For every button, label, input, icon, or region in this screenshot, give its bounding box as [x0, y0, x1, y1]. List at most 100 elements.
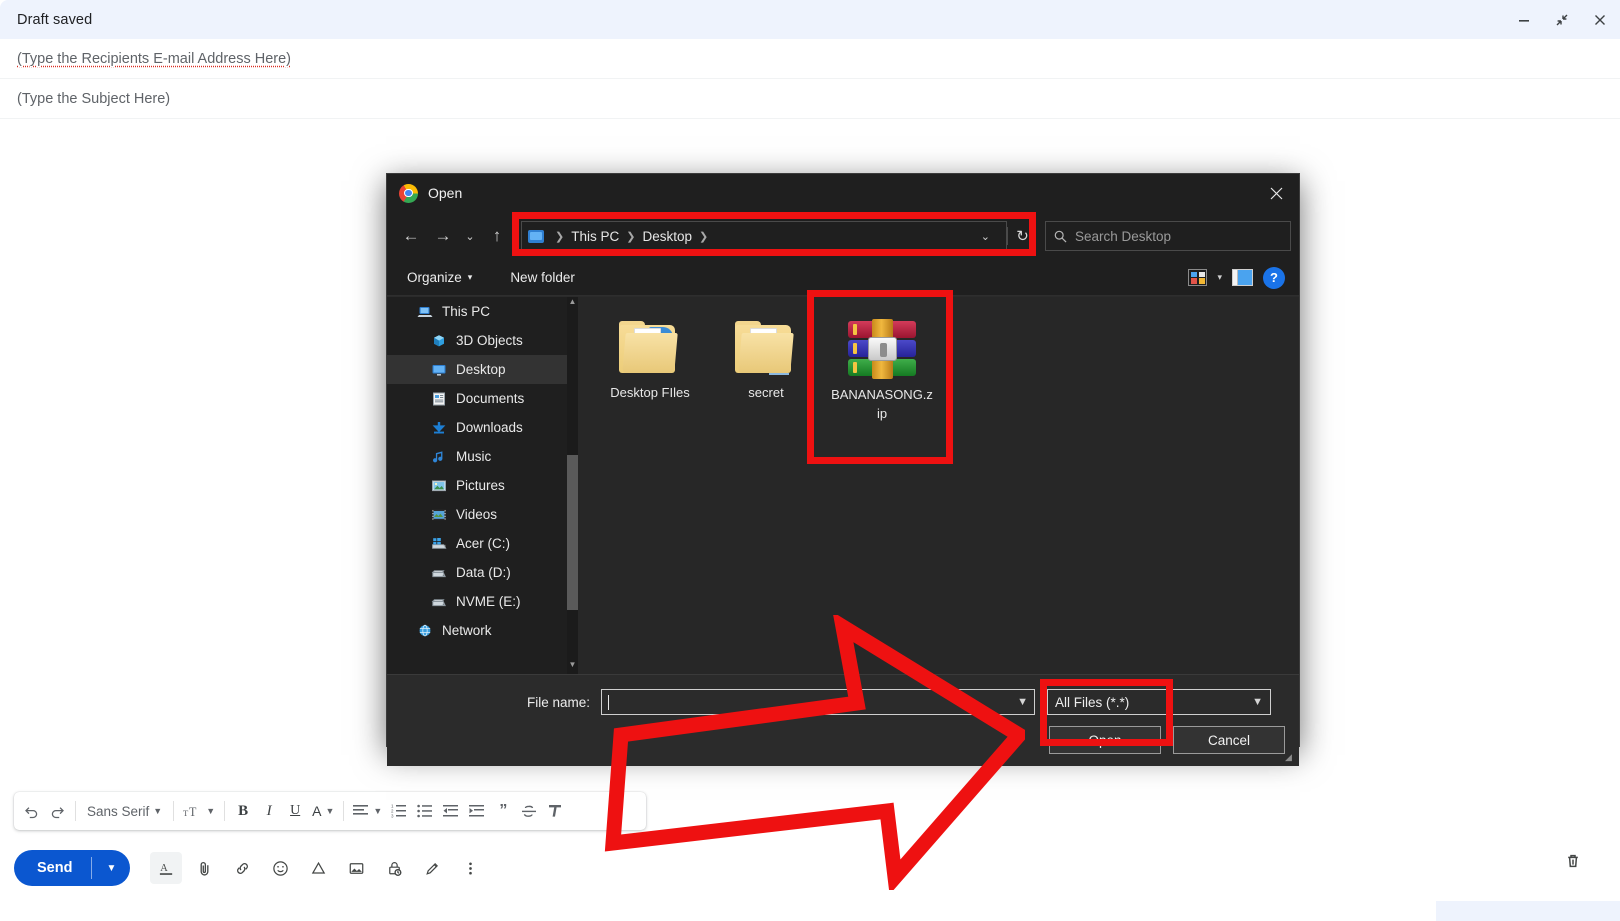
breadcrumb-desktop[interactable]: Desktop: [642, 229, 692, 244]
help-button[interactable]: ?: [1263, 267, 1285, 289]
exit-full-screen-button[interactable]: [1552, 10, 1572, 30]
formatting-options-button[interactable]: A: [150, 852, 182, 884]
forward-button[interactable]: →: [427, 220, 459, 252]
sidebar-item-downloads[interactable]: Downloads: [387, 413, 578, 442]
network-icon: [417, 624, 433, 638]
toolbar-divider: [343, 801, 344, 821]
svg-text:T: T: [183, 807, 189, 817]
sidebar-item-label: Data (D:): [456, 565, 511, 580]
view-caret-icon[interactable]: ▾: [1217, 272, 1222, 283]
sidebar-item-music[interactable]: Music: [387, 442, 578, 471]
dialog-title-bar: Open: [387, 174, 1299, 212]
new-folder-button[interactable]: New folder: [504, 270, 581, 285]
open-button[interactable]: Open: [1049, 726, 1161, 754]
sidebar-item-this-pc[interactable]: This PC: [387, 297, 578, 326]
sidebar-item-pictures[interactable]: Pictures: [387, 471, 578, 500]
quote-button[interactable]: ”: [490, 796, 516, 826]
computer-icon: [417, 305, 433, 319]
file-item[interactable]: BANANASONG.zip: [824, 311, 940, 463]
file-type-dropdown-icon[interactable]: ▼: [1252, 696, 1263, 708]
file-name-dropdown-icon[interactable]: ▼: [1017, 696, 1028, 708]
insert-photo-button[interactable]: [340, 852, 372, 884]
send-button[interactable]: Send ▼: [14, 850, 130, 886]
sidebar-list: This PC 3D Objects Desktop DocumentsDownloa…: [387, 297, 578, 645]
strikethrough-button[interactable]: [516, 796, 542, 826]
bulleted-list-button[interactable]: [412, 796, 438, 826]
attach-file-button[interactable]: [188, 852, 220, 884]
search-placeholder: Search Desktop: [1075, 229, 1171, 244]
resize-grip[interactable]: ◢: [1285, 753, 1296, 764]
folder-icon: [735, 321, 797, 375]
subject-field-row[interactable]: (Type the Subject Here): [0, 79, 1620, 119]
scroll-down-arrow[interactable]: ▼: [567, 660, 578, 674]
svg-text:A: A: [160, 863, 168, 874]
remove-formatting-button[interactable]: [542, 796, 568, 826]
file-item[interactable]: Desktop FIles: [592, 311, 708, 463]
more-options-button[interactable]: [454, 852, 486, 884]
subject-placeholder: (Type the Subject Here): [17, 91, 170, 107]
bold-button[interactable]: B: [230, 796, 256, 826]
file-type-select[interactable]: All Files (*.*) ▼: [1047, 689, 1271, 715]
close-button[interactable]: [1590, 10, 1610, 30]
organize-menu[interactable]: Organize ▾: [401, 270, 478, 285]
discard-draft-button[interactable]: [1557, 845, 1589, 877]
compose-action-bar: Send ▼ A: [14, 840, 486, 896]
sidebar-item-documents[interactable]: Documents: [387, 384, 578, 413]
downloads-icon: [431, 421, 447, 435]
text-color-button[interactable]: A▼: [308, 796, 338, 826]
sidebar-item-data-d[interactable]: Data (D:): [387, 558, 578, 587]
sidebar-item-label: Desktop: [456, 362, 506, 377]
scroll-up-arrow[interactable]: ▲: [567, 297, 578, 311]
chrome-icon: [399, 184, 418, 203]
address-dropdown-icon[interactable]: ⌄: [971, 230, 1000, 243]
back-button[interactable]: ←: [395, 220, 427, 252]
align-button[interactable]: ▼: [349, 796, 386, 826]
toolbar-divider: [75, 801, 76, 821]
numbered-list-button[interactable]: 123: [386, 796, 412, 826]
indent-less-button[interactable]: [438, 796, 464, 826]
minimize-button[interactable]: [1514, 10, 1534, 30]
sidebar-item-network[interactable]: Network: [387, 616, 578, 645]
font-family-select[interactable]: Sans Serif▼: [81, 796, 168, 826]
sidebar-item-3d-objects[interactable]: 3D Objects: [387, 326, 578, 355]
file-name-input[interactable]: ▼: [601, 689, 1035, 715]
indent-more-button[interactable]: [464, 796, 490, 826]
open-file-dialog: Open ← → ⌄ ↑ ❯ This PC ❯ Desktop ❯ ⌄ ↻: [386, 173, 1300, 747]
sidebar-item-videos[interactable]: Videos: [387, 500, 578, 529]
insert-link-button[interactable]: [226, 852, 258, 884]
preview-pane-icon[interactable]: [1232, 269, 1253, 286]
file-item[interactable]: secret: [708, 311, 824, 463]
sidebar-item-desktop[interactable]: Desktop: [387, 355, 578, 384]
redo-icon[interactable]: [44, 796, 70, 826]
font-size-select[interactable]: TT▼: [179, 796, 219, 826]
recipients-field-row[interactable]: (Type the Recipients E-mail Address Here…: [0, 39, 1620, 79]
recipients-placeholder: (Type the Recipients E-mail Address Here…: [17, 51, 291, 67]
italic-button[interactable]: I: [256, 796, 282, 826]
sidebar-item-nvme-e[interactable]: NVME (E:): [387, 587, 578, 616]
address-bar[interactable]: ❯ This PC ❯ Desktop ❯ ⌄: [521, 221, 1007, 251]
breadcrumb-this-pc[interactable]: This PC: [571, 229, 619, 244]
undo-icon[interactable]: [18, 796, 44, 826]
recent-locations-button[interactable]: ⌄: [459, 220, 481, 252]
file-list-pane[interactable]: Desktop FIlessecretBANANASONG.zip: [578, 297, 1299, 674]
sidebar-item-label: 3D Objects: [456, 333, 523, 348]
up-button[interactable]: ↑: [481, 220, 513, 252]
insert-signature-button[interactable]: [416, 852, 448, 884]
view-options-icon[interactable]: [1188, 269, 1207, 286]
insert-drive-file-button[interactable]: [302, 852, 334, 884]
send-options-caret-icon[interactable]: ▼: [92, 863, 130, 874]
cancel-button[interactable]: Cancel: [1173, 726, 1285, 754]
insert-emoji-button[interactable]: [264, 852, 296, 884]
3d-objects-icon: [431, 334, 447, 348]
dialog-navigation-bar: ← → ⌄ ↑ ❯ This PC ❯ Desktop ❯ ⌄ ↻ Search…: [387, 212, 1299, 260]
dialog-close-button[interactable]: [1253, 174, 1299, 212]
sidebar-scrollbar[interactable]: ▲ ▼: [567, 297, 578, 674]
scrollbar-thumb[interactable]: [567, 455, 578, 610]
sidebar-item-label: Acer (C:): [456, 536, 510, 551]
toolbar-divider: [173, 801, 174, 821]
confidential-mode-button[interactable]: [378, 852, 410, 884]
sidebar-item-acer-c[interactable]: Acer (C:): [387, 529, 578, 558]
search-box[interactable]: Search Desktop: [1045, 221, 1291, 251]
underline-button[interactable]: U: [282, 796, 308, 826]
refresh-button[interactable]: ↻: [1007, 227, 1037, 245]
